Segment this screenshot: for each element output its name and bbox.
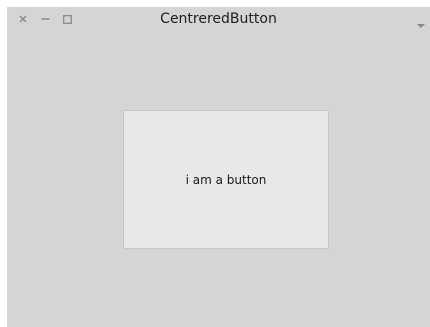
window-title: CentreredButton (160, 11, 277, 27)
button-label: i am a button (185, 172, 267, 187)
chevron-down-icon[interactable] (416, 15, 426, 28)
title-bar[interactable]: CentreredButton (7, 7, 430, 31)
window: CentreredButton i am a button (7, 7, 430, 327)
centered-button[interactable]: i am a button (123, 110, 329, 249)
